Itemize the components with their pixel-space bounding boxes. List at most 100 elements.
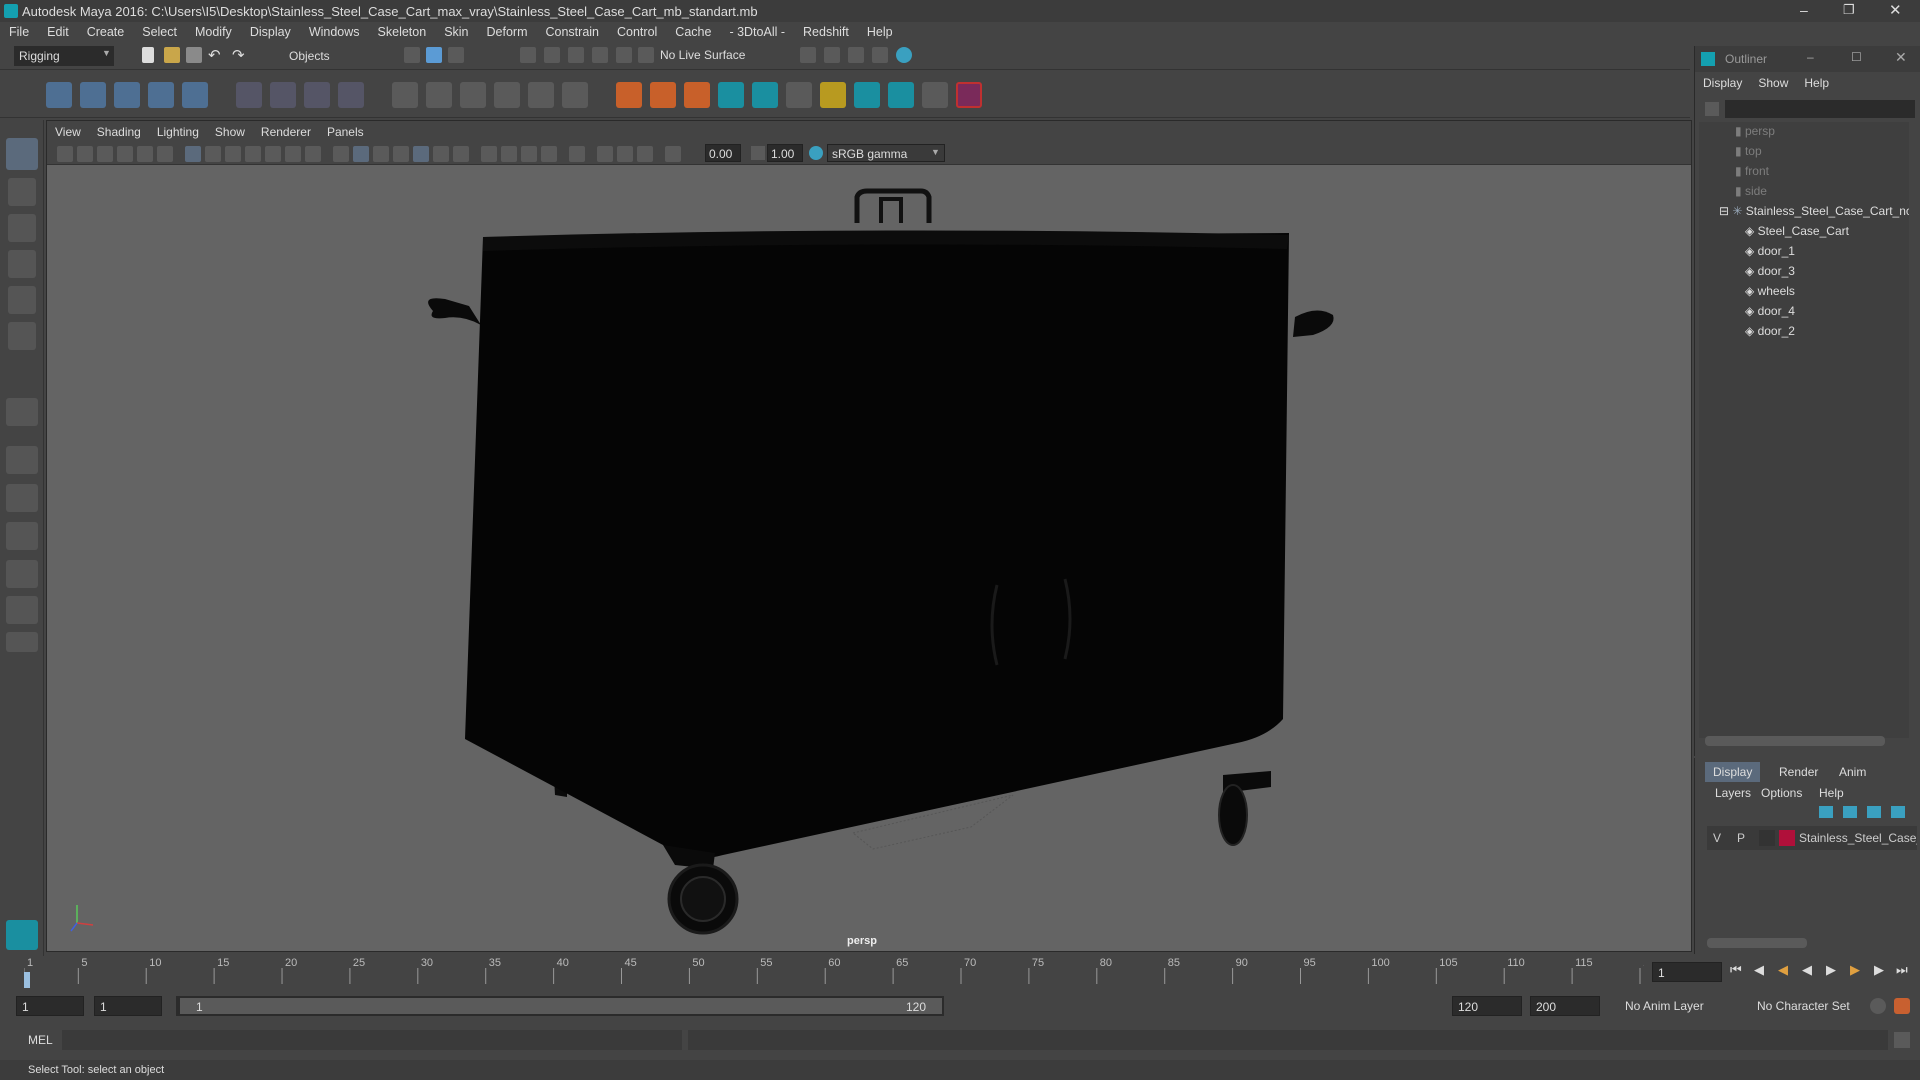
snap-curve-icon[interactable] [544,47,560,63]
outliner-search-input[interactable] [1725,100,1915,118]
play-back-icon[interactable]: ◀ [1802,962,1812,978]
scene-start-field[interactable]: 1 [16,996,84,1016]
step-back-frame-icon[interactable]: ◀ [1778,962,1788,978]
menu-help[interactable]: Help [858,22,902,39]
render-view-icon[interactable] [872,47,888,63]
exposure-field[interactable]: 0.00 [705,144,741,162]
snap-grid-icon[interactable] [520,47,536,63]
tree-item-front[interactable]: ▮ front [1699,164,1909,184]
move-layer-up-icon[interactable] [1819,806,1833,818]
snap-surface-icon[interactable] [616,47,632,63]
mel-label[interactable]: MEL [28,1033,53,1047]
close-icon[interactable]: ✕ [1895,49,1907,66]
vp-menu-shading[interactable]: Shading [89,121,149,139]
hypershade-icon[interactable] [896,47,912,63]
mel-input[interactable] [62,1030,682,1050]
menu-modify[interactable]: Modify [186,22,241,39]
snap-view-plane-icon[interactable] [592,47,608,63]
menu-cache[interactable]: Cache [666,22,720,39]
tab-anim[interactable]: Anim [1831,762,1874,782]
field-chart-icon[interactable] [265,146,281,162]
selection-mode-dropdown[interactable]: Objects [284,46,380,66]
step-forward-key-icon[interactable]: ▶ [1874,962,1884,978]
current-frame-marker[interactable] [24,972,30,988]
use-default-material-icon[interactable] [373,146,389,162]
rotate-tool-icon[interactable] [8,286,36,314]
tree-item-persp[interactable]: ▮ persp [1699,124,1909,144]
bonus-tools-icon[interactable] [956,82,982,108]
ipr-render-icon[interactable] [848,47,864,63]
insert-joint-icon[interactable] [148,82,174,108]
lasso-tool-icon[interactable] [8,178,36,206]
move-layer-down-icon[interactable] [1843,806,1857,818]
layer-hscrollbar[interactable] [1707,938,1807,948]
tree-item-group[interactable]: ⊟ ✳ Stainless_Steel_Case_Cart_nc [1699,204,1909,224]
gamma-icon[interactable] [751,146,765,160]
grease-pencil-icon[interactable] [157,146,173,162]
bind-skin-icon[interactable] [236,82,262,108]
menu-file[interactable]: File [0,22,38,39]
colorspace-dropdown[interactable]: sRGB gamma [827,144,945,162]
point-constraint-icon[interactable] [426,82,452,108]
menu-set-dropdown[interactable]: Rigging [14,46,114,66]
film-gate-icon[interactable] [205,146,221,162]
image-plane-icon[interactable] [117,146,133,162]
safe-title-icon[interactable] [305,146,321,162]
grid-icon[interactable] [185,146,201,162]
parent-constraint-icon[interactable] [392,82,418,108]
menu-create[interactable]: Create [78,22,134,39]
tab-render[interactable]: Render [1771,762,1826,782]
menu-deform[interactable]: Deform [478,22,537,39]
camera-attrs-icon[interactable] [77,146,93,162]
menu-edit[interactable]: Edit [38,22,78,39]
exposure-icon[interactable] [665,146,681,162]
layer-type-icon[interactable] [1759,830,1775,846]
vp-menu-lighting[interactable]: Lighting [149,121,207,139]
curve-control-icon[interactable] [650,82,676,108]
menu-skeleton[interactable]: Skeleton [369,22,436,39]
restore-icon[interactable]: ❐ [1843,2,1855,18]
menu-skin[interactable]: Skin [435,22,477,39]
depth-of-field-icon[interactable] [541,146,557,162]
layers-menu[interactable]: Layers [1715,786,1751,800]
aim-constraint-icon[interactable] [528,82,554,108]
viewport-panel[interactable]: View Shading Lighting Show Renderer Panels 0.… [46,120,1692,952]
select-by-hierarchy-icon[interactable] [404,47,420,63]
four-pane-layout-icon[interactable] [6,446,38,474]
paint-select-icon[interactable] [8,214,36,242]
hik-icon[interactable] [684,82,710,108]
wireframe-on-shaded-icon[interactable] [393,146,409,162]
bookmark-icon[interactable] [97,146,113,162]
menu-control[interactable]: Control [608,22,666,39]
single-pane-layout-icon[interactable] [6,398,38,426]
screen-space-ao-icon[interactable] [481,146,497,162]
vp-menu-renderer[interactable]: Renderer [253,121,319,139]
maya-icon-4[interactable] [888,82,914,108]
menu-redshift[interactable]: Redshift [794,22,858,39]
maya-icon-3[interactable] [854,82,880,108]
ik-handle-icon[interactable] [80,82,106,108]
motion-blur-icon[interactable] [501,146,517,162]
xray-icon[interactable] [597,146,613,162]
side-by-side-layout-icon[interactable] [6,484,38,512]
menu-display[interactable]: Display [241,22,300,39]
persp-graph-layout-icon[interactable] [6,522,38,550]
select-by-object-icon[interactable] [426,47,442,63]
gate-mask-icon[interactable] [245,146,261,162]
render-frame-icon[interactable] [824,47,840,63]
isolate-select-icon[interactable] [569,146,585,162]
camera-select-icon[interactable] [57,146,73,162]
maya-icon-1[interactable] [718,82,744,108]
tree-item-door-3[interactable]: ◈ door_3 [1699,264,1909,284]
menu-select[interactable]: Select [133,22,186,39]
smooth-shade-icon[interactable] [353,146,369,162]
use-all-lights-icon[interactable] [433,146,449,162]
current-frame-field[interactable]: 1 [1652,962,1722,982]
tree-item-door-1[interactable]: ◈ door_1 [1699,244,1909,264]
textured-icon[interactable] [413,146,429,162]
color-management-icon[interactable] [809,146,823,160]
ik-spline-icon[interactable] [114,82,140,108]
resolution-gate-icon[interactable] [225,146,241,162]
character-set-dropdown[interactable]: No Character Set [1752,996,1870,1016]
anim-prefs-icon[interactable] [1894,998,1910,1014]
